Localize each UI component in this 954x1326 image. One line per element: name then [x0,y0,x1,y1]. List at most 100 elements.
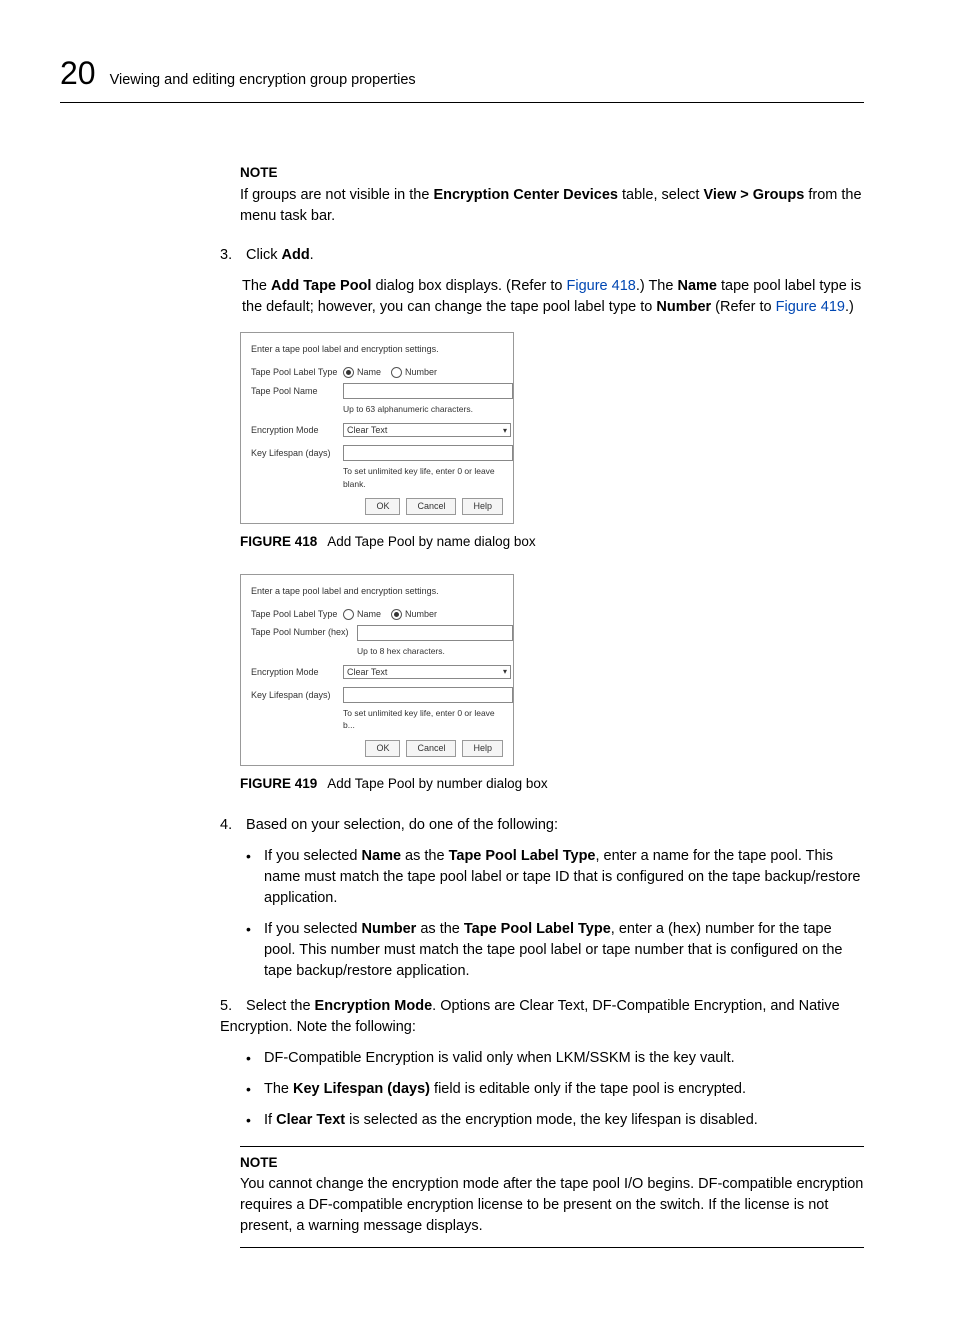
figure-link-418[interactable]: Figure 418 [567,278,636,294]
tape-pool-number-input[interactable] [357,625,513,641]
text: Click [246,247,281,263]
text: as the [416,921,464,937]
note-block: NOTE If groups are not visible in the En… [240,163,864,227]
text: .) [845,299,854,315]
radio-name[interactable]: Name [343,608,381,621]
bold-text: Name [362,848,402,864]
radio-dot-icon [343,367,354,378]
encryption-mode-label: Encryption Mode [251,666,343,679]
encryption-mode-select[interactable]: Clear Text ▾ [343,665,511,679]
figure-caption-text: Add Tape Pool by number dialog box [327,776,547,791]
note-text: If groups are not visible in the Encrypt… [240,185,864,227]
note-block: NOTE You cannot change the encryption mo… [240,1146,864,1249]
list-item: If Clear Text is selected as the encrypt… [242,1110,864,1131]
bold-text: Tape Pool Label Type [464,921,611,937]
help-button[interactable]: Help [462,740,503,757]
chapter-number: 20 [60,50,96,96]
text: .) The [636,278,678,294]
bold-text: Key Lifespan (days) [293,1081,430,1097]
key-lifespan-label: Key Lifespan (days) [251,447,343,460]
radio-label: Name [357,608,381,621]
bold-text: Encryption Center Devices [433,187,618,203]
lifespan-hint: To set unlimited key life, enter 0 or le… [343,707,503,732]
encryption-mode-select[interactable]: Clear Text ▾ [343,423,511,437]
list-item: DF-Compatible Encryption is valid only w… [242,1048,864,1069]
figure-label: FIGURE 419 [240,776,317,791]
text: The [264,1081,293,1097]
text: If [264,1112,276,1128]
lifespan-hint: To set unlimited key life, enter 0 or le… [343,465,503,490]
dialog-intro: Enter a tape pool label and encryption s… [251,343,503,356]
radio-number[interactable]: Number [391,608,437,621]
tape-pool-number-label: Tape Pool Number (hex) [251,626,357,639]
cancel-button[interactable]: Cancel [406,498,456,515]
step-text: Click Add. [246,247,314,263]
text: The [242,278,271,294]
text: If groups are not visible in the [240,187,433,203]
step-3: 3. Click Add. The Add Tape Pool dialog b… [220,245,864,318]
bold-text: Add [281,247,309,263]
step-number: 4. [220,815,242,836]
add-tape-pool-number-dialog: Enter a tape pool label and encryption s… [240,574,514,766]
list-item: The Key Lifespan (days) field is editabl… [242,1079,864,1100]
ok-button[interactable]: OK [365,740,400,757]
step-number: 5. [220,996,242,1017]
page-header: 20 Viewing and editing encryption group … [60,50,864,103]
chevron-down-icon: ▾ [503,425,507,437]
key-lifespan-label: Key Lifespan (days) [251,689,343,702]
select-value: Clear Text [347,666,387,679]
figure-419-caption: FIGURE 419 Add Tape Pool by number dialog… [240,774,864,794]
step-number: 3. [220,245,242,266]
text: If you selected [264,921,362,937]
label-type-label: Tape Pool Label Type [251,608,343,621]
radio-label: Number [405,608,437,621]
figure-label: FIGURE 418 [240,534,317,549]
text: dialog box displays. (Refer to [371,278,566,294]
key-lifespan-input[interactable] [343,445,513,461]
step-text: Select the Encryption Mode. Options are … [220,998,840,1035]
text: table, select [618,187,703,203]
encryption-mode-label: Encryption Mode [251,424,343,437]
radio-number[interactable]: Number [391,366,437,379]
ok-button[interactable]: OK [365,498,400,515]
text: . [310,247,314,263]
number-hint: Up to 8 hex characters. [357,645,503,657]
text: as the [401,848,449,864]
bold-text: Encryption Mode [315,998,433,1014]
bold-text: Tape Pool Label Type [449,848,596,864]
radio-dot-icon [391,609,402,620]
text: If you selected [264,848,362,864]
tape-pool-name-input[interactable] [343,383,513,399]
bold-text: Name [677,278,717,294]
step-5: 5. Select the Encryption Mode. Options a… [220,996,864,1131]
key-lifespan-input[interactable] [343,687,513,703]
step-text: Based on your selection, do one of the f… [246,817,558,833]
help-button[interactable]: Help [462,498,503,515]
radio-dot-icon [391,367,402,378]
radio-label: Name [357,366,381,379]
text: is selected as the encryption mode, the … [345,1112,758,1128]
radio-label: Number [405,366,437,379]
text: (Refer to [711,299,775,315]
tape-pool-name-label: Tape Pool Name [251,385,343,398]
bold-text: Number [362,921,417,937]
note-heading: NOTE [240,1153,864,1173]
note-text: You cannot change the encryption mode af… [240,1174,864,1237]
figure-link-419[interactable]: Figure 419 [776,299,845,315]
bold-text: View > Groups [703,187,804,203]
chevron-down-icon: ▾ [503,666,507,678]
text: Select the [246,998,315,1014]
label-type-label: Tape Pool Label Type [251,366,343,379]
select-value: Clear Text [347,424,387,437]
cancel-button[interactable]: Cancel [406,740,456,757]
step-4: 4. Based on your selection, do one of th… [220,815,864,982]
radio-name[interactable]: Name [343,366,381,379]
radio-dot-icon [343,609,354,620]
add-tape-pool-name-dialog: Enter a tape pool label and encryption s… [240,332,514,524]
note-heading: NOTE [240,163,864,183]
bold-text: Add Tape Pool [271,278,371,294]
dialog-intro: Enter a tape pool label and encryption s… [251,585,503,598]
chapter-title: Viewing and editing encryption group pro… [110,70,416,91]
list-item: If you selected Name as the Tape Pool La… [242,846,864,909]
text: field is editable only if the tape pool … [430,1081,746,1097]
